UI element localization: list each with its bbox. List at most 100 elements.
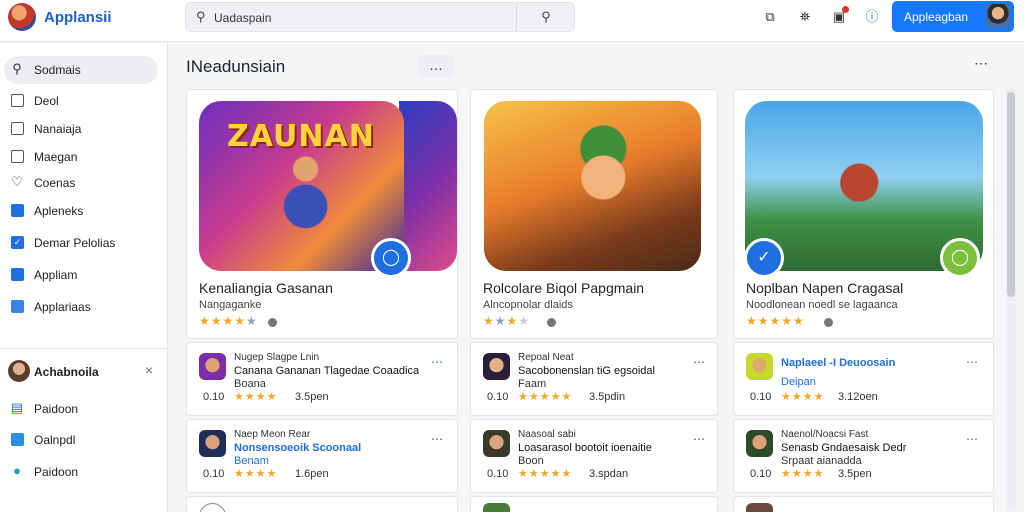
square-icon — [11, 150, 24, 163]
list-item[interactable]: Naplaeel -I Deuoosain Deipan 0.10 ★★★★ 3… — [733, 342, 994, 416]
more-options-icon[interactable]: ⋯ — [431, 432, 443, 446]
star-rating: ★★★★★ — [746, 314, 805, 328]
more-options-icon[interactable]: ⋯ — [966, 355, 978, 369]
card-title: Noplban Napen Cragasal — [746, 280, 904, 296]
list-item[interactable]: Naenol/Noacsi Fast Senasb Gndaesaisk Ded… — [733, 419, 994, 493]
search-bar[interactable]: ⚲ Uadaspain ⚲ — [185, 2, 575, 32]
cta-button[interactable]: Appleagban — [892, 1, 1014, 32]
app-name: Canana Gananan Tlagedae Coaadica — [234, 365, 420, 377]
app-name: Loasarasol bootoit ioenaitie — [518, 442, 652, 454]
sidebar-item-label: Paidoon — [34, 465, 79, 479]
user-avatar[interactable] — [986, 4, 1010, 28]
sidebar-item-6[interactable]: ✓ Demar Pelolias — [4, 229, 158, 257]
sidebar-item-4[interactable]: ♡ Coenas — [4, 169, 158, 197]
help-icon[interactable]: ⓘ — [863, 8, 881, 26]
verified-icon[interactable]: ✓ — [744, 238, 784, 278]
heart-icon: ♡ — [11, 174, 23, 189]
app-name: Nonsensoeoik Scoonaal — [234, 442, 362, 454]
app-thumbnail — [746, 430, 773, 457]
sidebar-item-label: Appliam — [34, 268, 78, 282]
search-button[interactable]: ⚲ — [517, 3, 575, 31]
more-options-icon[interactable]: ⋯ — [693, 432, 705, 446]
list-item[interactable] — [733, 496, 994, 512]
sidebar-item-2[interactable]: Nanaiaja — [4, 115, 158, 143]
list-item[interactable]: Naep Meon Rear Nonsensoeoik Scoonaal Ben… — [186, 419, 458, 493]
location-icon: ● — [13, 463, 21, 478]
info-icon — [268, 318, 277, 327]
bell-icon[interactable]: ⛯ — [796, 8, 814, 26]
list-item[interactable] — [470, 496, 718, 512]
price: 0.10 — [203, 391, 225, 403]
featured-card[interactable]: ✓ ◯ Noplban Napen Cragasal Noodlonean no… — [733, 89, 994, 339]
sidebar-item-7[interactable]: Appliam — [4, 261, 158, 289]
page-title: INeadunsiain — [186, 57, 286, 76]
star-rating: ★★★★ — [781, 468, 825, 480]
publisher-name: Naenol/Noacsi Fast — [781, 429, 869, 440]
card-title: Kenaliangia Gasanan — [199, 280, 333, 296]
card-subtitle: Noodlonean noedl se lagaanca — [746, 299, 898, 311]
sidebar-item-label: Coenas — [34, 176, 76, 190]
publisher-name: Naasoal sabi — [518, 429, 576, 440]
review-count: 3.5pen — [838, 468, 872, 480]
search-input[interactable]: Uadaspain — [214, 11, 271, 25]
sidebar-item-1[interactable]: Deol — [4, 87, 158, 115]
more-options-icon[interactable]: ⋯ — [966, 432, 978, 446]
app-thumbnail — [483, 353, 510, 380]
app-meta: Benam — [234, 455, 269, 467]
app-thumbnail — [199, 430, 226, 457]
info-icon — [824, 318, 833, 327]
square-icon — [11, 122, 24, 135]
sidebar-item-label: Paidoon — [34, 402, 79, 416]
list-item[interactable]: Nugep Slagpe Lnin Canana Gananan Tlageda… — [186, 342, 458, 416]
sidebar-item-8[interactable]: Applariaas — [4, 293, 158, 321]
app-thumbnail — [746, 353, 773, 380]
sidebar-item-3[interactable]: Maegan — [4, 143, 158, 171]
sidebar-item-label: Maegan — [34, 150, 78, 164]
loading-icon[interactable]: ◯ — [940, 238, 980, 278]
cast-icon[interactable]: ⧉ — [761, 8, 779, 26]
app-name: Sacobonenslan tiG egsoidal — [518, 365, 655, 377]
sidebar-sub-item-2[interactable]: Oalnpdl — [4, 426, 158, 454]
account-avatar — [8, 360, 30, 382]
close-icon[interactable]: × — [145, 362, 153, 378]
calendar-icon: ▤ — [10, 400, 24, 415]
game-artwork — [484, 101, 701, 271]
featured-card[interactable]: Rolcolare Biqol Papgmain Alncopnolar dla… — [470, 89, 718, 339]
loading-icon[interactable]: ◯ — [371, 238, 411, 278]
folder-icon — [11, 300, 24, 313]
app-logo[interactable] — [8, 3, 36, 31]
app-thumbnail — [483, 430, 510, 457]
game-artwork: ZAUNAN — [199, 101, 404, 271]
sidebar-sub-item-3[interactable]: ● Paidoon — [4, 458, 158, 486]
sidebar-item-label: Demar Pelolias — [34, 236, 116, 250]
app-name[interactable]: Applansii — [44, 9, 112, 26]
folder-icon — [11, 204, 24, 217]
list-item[interactable]: Repoal Neat Sacobonenslan tiG egsoidal F… — [470, 342, 718, 416]
sidebar: ⚲ Sodmais Deol Nanaiaja Maegan ♡ Coenas … — [0, 43, 168, 512]
more-options-button[interactable]: … — [417, 55, 455, 77]
featured-card[interactable]: ZAUNAN ◯ Kenaliangia Gasanan Nangaganke … — [186, 89, 458, 339]
notification-dot — [842, 6, 849, 13]
scrollbar-thumb[interactable] — [1007, 92, 1015, 297]
app-meta: Boana — [234, 378, 266, 390]
search-icon: ⚲ — [12, 61, 22, 76]
star-rating: ★★★★★ — [199, 314, 258, 328]
list-item[interactable]: Naasoal sabi Loasarasol bootoit ioenaiti… — [470, 419, 718, 493]
square-icon — [11, 94, 24, 107]
sidebar-item-label: Sodmais — [34, 63, 81, 77]
list-item[interactable] — [186, 496, 458, 512]
more-options-icon[interactable]: ⋯ — [431, 355, 443, 369]
account-name: Achabnoila — [34, 365, 99, 379]
sidebar-item-5[interactable]: Apleneks — [4, 197, 158, 225]
app-thumbnail — [746, 503, 773, 512]
account-row[interactable]: Achabnoila × — [0, 356, 168, 386]
info-icon — [547, 318, 556, 327]
more-options-icon[interactable]: ⋯ — [693, 355, 705, 369]
sidebar-item-search[interactable]: ⚲ Sodmais — [4, 56, 158, 84]
price: 0.10 — [203, 468, 225, 480]
sidebar-sub-item-1[interactable]: ▤ Paidoon — [4, 395, 158, 423]
card-title: Rolcolare Biqol Papgmain — [483, 280, 645, 296]
price: 0.10 — [487, 391, 509, 403]
more-options-icon[interactable]: ⋯ — [974, 55, 988, 72]
publisher-name: Naep Meon Rear — [234, 429, 311, 440]
